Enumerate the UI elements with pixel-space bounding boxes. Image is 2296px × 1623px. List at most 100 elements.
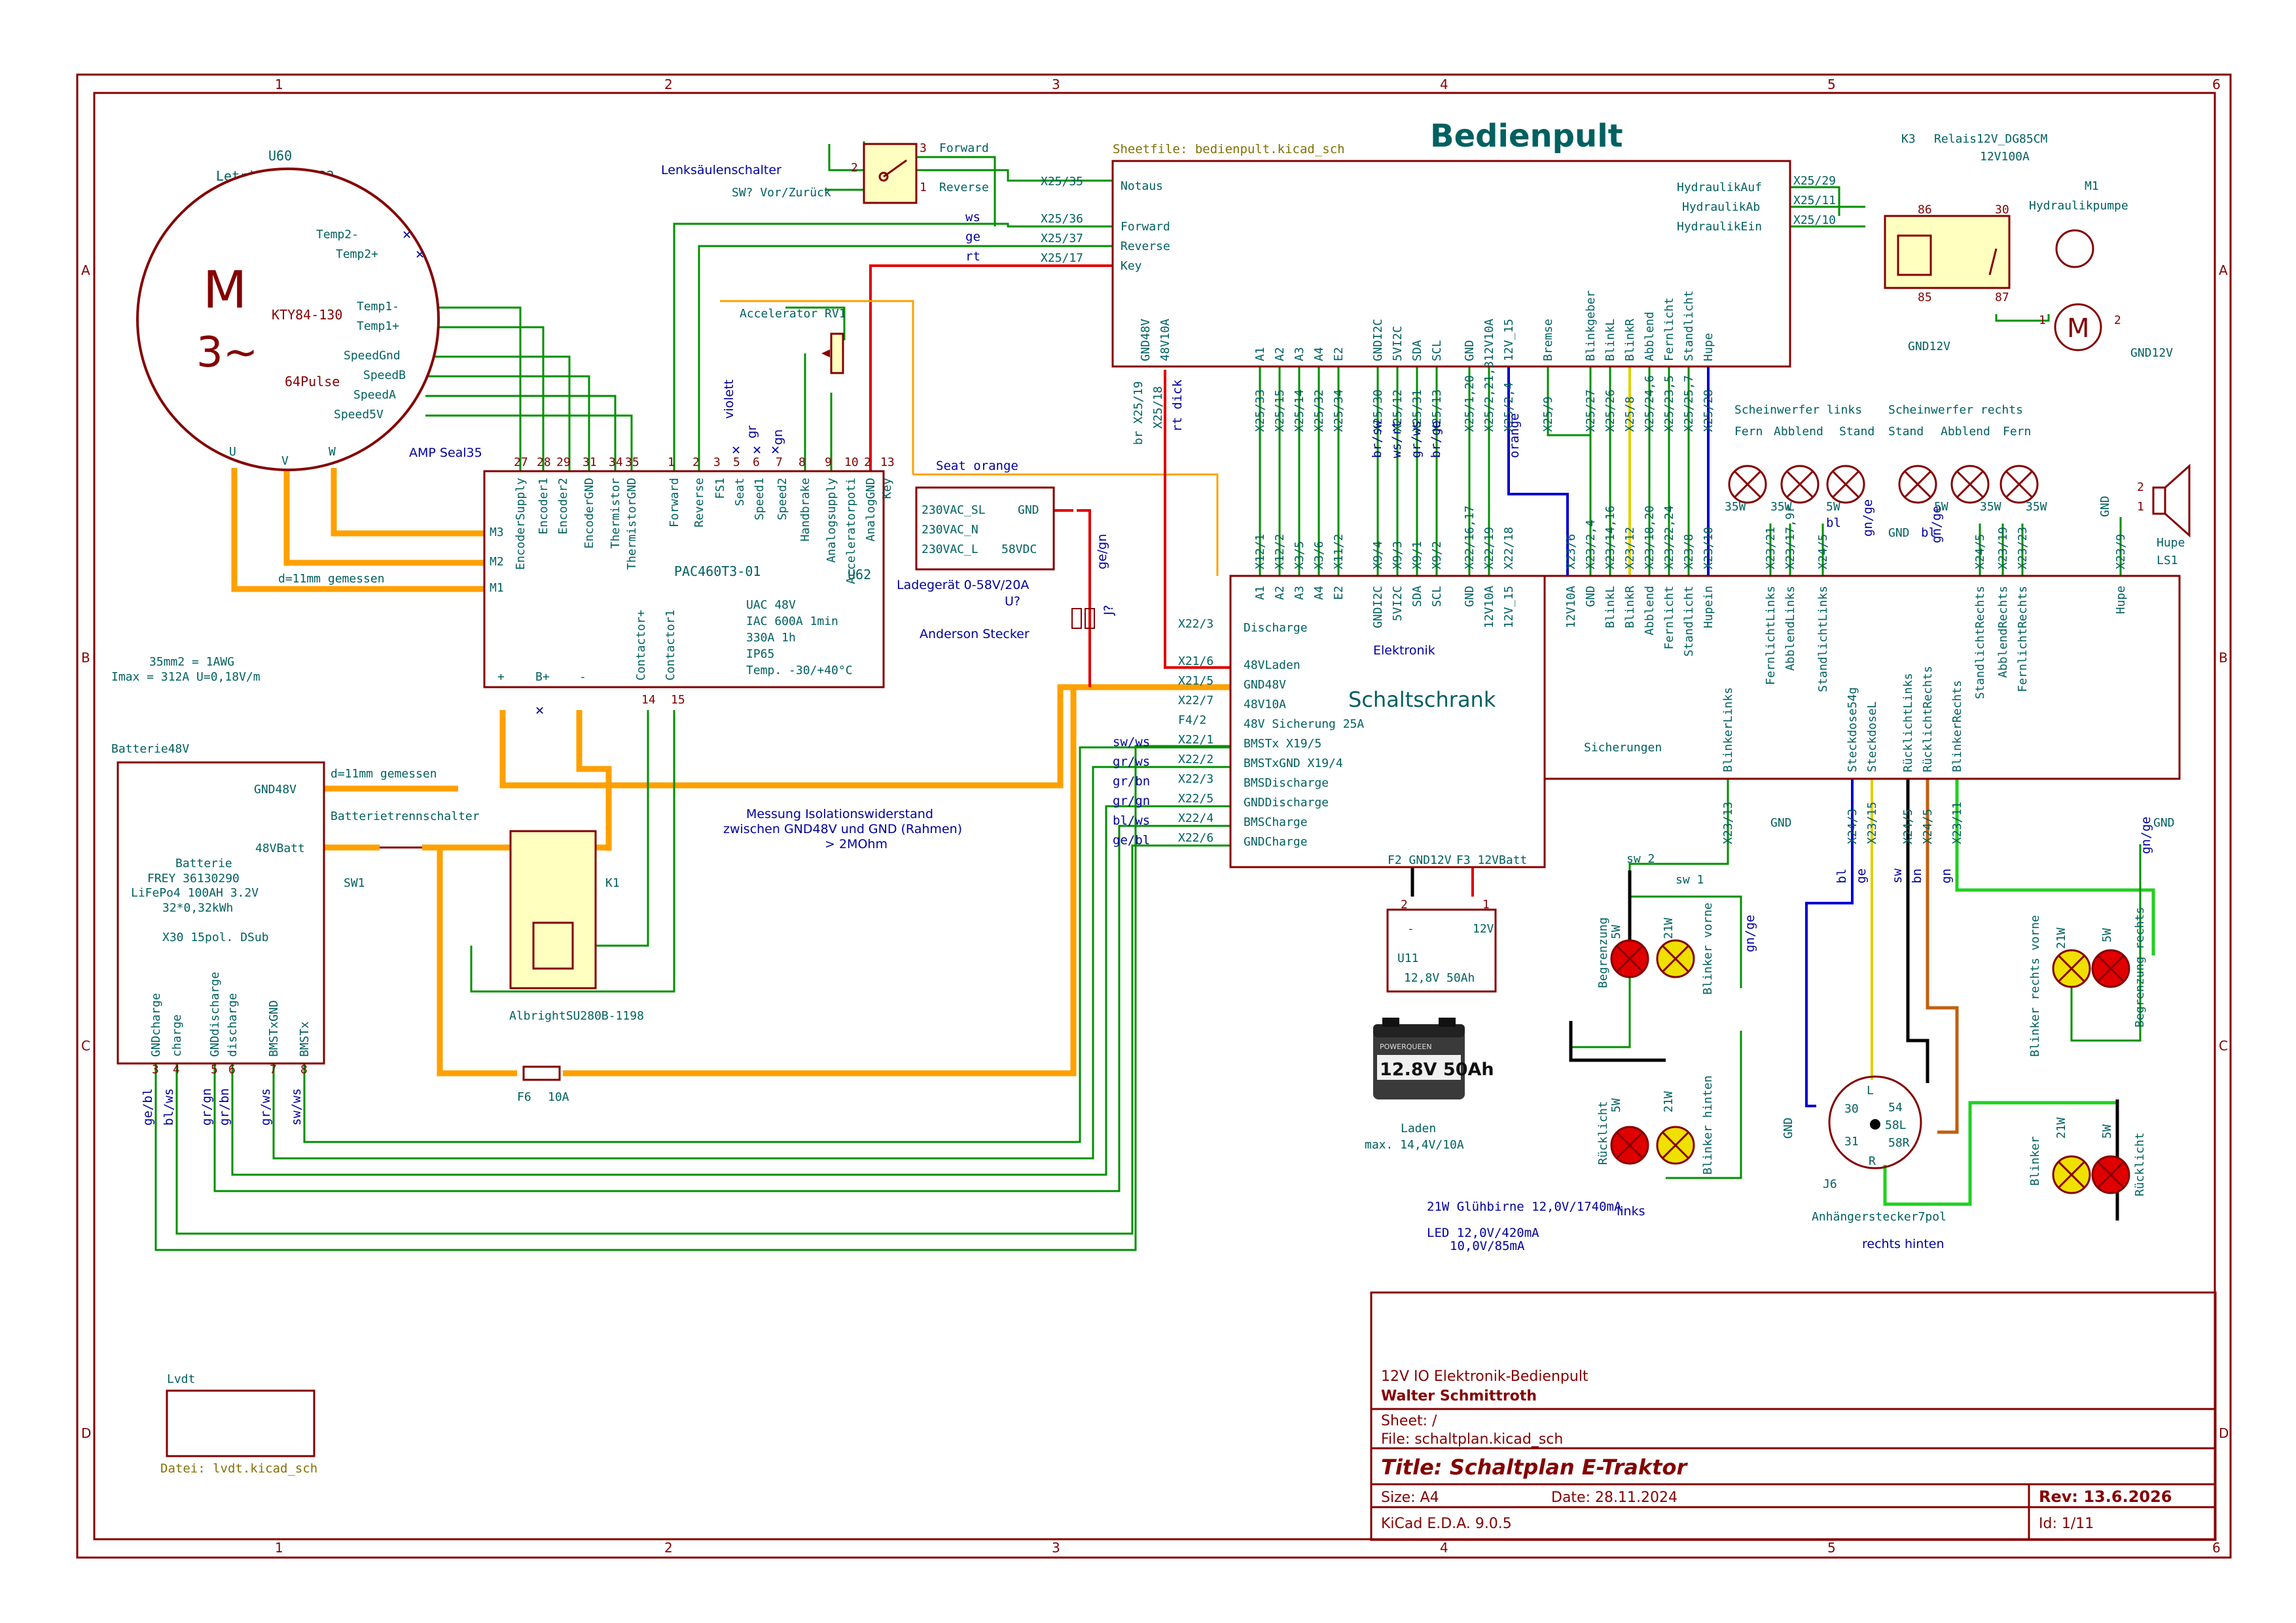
bedienpult-pin-notaus: Notaus <box>1121 179 1163 193</box>
controller-pinnum-7: 2 <box>692 455 700 469</box>
bedienpult-bottom-pin-9: SDA <box>1410 340 1424 361</box>
switch-sw1-label: Batterietrennschalter <box>331 810 480 823</box>
schaltschrank-top-pin-6: 5VI2C <box>1391 586 1405 621</box>
controller-pin-16: Key <box>880 478 894 499</box>
lvdt-sheet[interactable]: Lvdt Datei: lvdt.kicad_sch <box>160 1372 317 1476</box>
rear-r-5w: 5W <box>2100 928 2114 942</box>
bedienpult-bottom-net-15: X25/8 <box>1623 397 1637 432</box>
sicherungen-bottom-pin-0: BlinkerLinks <box>1721 687 1735 772</box>
schematic-sheet: 1 2 3 4 5 6 1 2 3 4 5 6 A B C D A B C D <box>76 73 2232 1559</box>
motor-u60[interactable]: U60 Letrika AMV7122 M 3~ KTY84-130 64Pul… <box>136 148 482 471</box>
bedienpult-net-note-1: ws/rt <box>1390 421 1404 458</box>
schaltschrank-left-pin-10: GNDCharge <box>1244 835 1308 849</box>
switch-title: Lenksäulenschalter <box>661 163 781 177</box>
relay-value: Relais12V_DG85CM <box>1934 132 2048 146</box>
bedienpult-sheet[interactable]: Bedienpult Sheetfile: bedienpult.kicad_s… <box>936 118 1836 473</box>
sicherungen-top-net-14: X23/9 <box>2114 534 2128 569</box>
contactor-k1[interactable]: Batterietrennschalter SW1 K1 AlbrightSU2… <box>331 807 962 1104</box>
motor-pin-temp2-minus: Temp2- <box>316 228 359 241</box>
battery-pin-3: discharge <box>226 993 240 1057</box>
rear-wire-gnge-2: gn/ge <box>2139 817 2153 854</box>
charger-label: Ladegerät 0-58V/20A <box>897 578 1029 592</box>
grid-col-5-bottom: 5 <box>1827 1540 1836 1556</box>
battery-model: FREY 36130290 <box>147 872 240 885</box>
controller-pinnum-15: 15 <box>671 693 685 707</box>
battery-48v[interactable]: Batterie48V GND48V 48VBatt Batterie FREY… <box>111 572 437 1126</box>
sicherungen-top-pin-9: AbblendLinks <box>1784 586 1797 671</box>
schaltschrank-left-pin-1: 48VLaden <box>1244 658 1300 672</box>
bedienpult-title: Bedienpult <box>1430 118 1623 154</box>
controller-u62[interactable]: EncoderSupply27Encoder128Encoder229Encod… <box>483 380 895 719</box>
controller-pin-0: EncoderSupply <box>514 478 528 570</box>
schaltschrank-top-net-10: X22/19 <box>1482 527 1496 569</box>
tb-date: Date: 28.11.2024 <box>1551 1489 1677 1506</box>
pump-pin-2: 2 <box>2114 313 2121 327</box>
sicherungen-top-pin-10: StandlichtLinks <box>1816 586 1830 692</box>
rear-r-21w-b: 21W <box>2054 1117 2068 1139</box>
controller-spec-uac: UAC 48V <box>746 598 796 612</box>
schaltschrank-wire-2: gr/bn <box>1113 774 1150 789</box>
lvdt-file: Datei: lvdt.kicad_sch <box>160 1461 317 1476</box>
bedienpult-bottom-net-1: X25/15 <box>1273 389 1287 432</box>
motor-pin-temp2-plus: Temp2+ <box>336 247 378 261</box>
bedienpult-net-hydein: X25/10 <box>1793 213 1836 227</box>
accelerator-rv1[interactable]: Accelerator RV1 <box>740 307 846 374</box>
switch-ref: SW? Vor/Zurück <box>732 186 831 200</box>
schaltschrank-top-pin-7: SDA <box>1410 586 1424 607</box>
controller-pinnum-15: 2 <box>864 455 871 469</box>
controller-pinnum-1: 28 <box>537 455 551 469</box>
bedienpult-pin-hydauf: HydraulikAuf <box>1677 181 1762 194</box>
rear-l-ruecklicht: Rücklicht <box>1596 1101 1610 1165</box>
sicherungen-sheet[interactable]: Sicherungen 12V10A X23/6 GND X23/2,4 BlinkL X… <box>1543 505 2181 883</box>
net-x25-36: X25/36 <box>1041 212 1083 226</box>
schaltschrank-f3: F3 12VBatt <box>1456 853 1527 867</box>
sicherungen-top-net-9: X23/17,9r <box>1784 505 1797 569</box>
controller-pin-5: ThermistorGND <box>625 478 639 570</box>
controller-pinnum-16: 13 <box>880 455 895 469</box>
bedienpult-bottom-pin-3: A2 <box>1273 347 1287 361</box>
motor-pin-temp1-minus: Temp1- <box>357 300 399 313</box>
bedienpult-bottom-pin-7: GNDI2C <box>1371 319 1385 361</box>
hydraulic-pump-m1[interactable]: M1 Hydraulikpumpe M 1 2 GND12V <box>2029 179 2173 360</box>
motor-pin-speeda: SpeedA <box>353 388 396 402</box>
controller-pin-13: Analogsupply <box>825 478 838 563</box>
horn-ls1[interactable]: 2 1 Hupe LS1 GND <box>2098 463 2191 567</box>
trailer-connector-j6[interactable]: L 54 58L 58R R 31 30 J6 Anhängerstecker7… <box>1812 1075 1946 1224</box>
trailer-pin-l: L <box>1867 1084 1874 1097</box>
bedienpult-bottom-pin-18: Abblend <box>1643 312 1657 361</box>
grid-row-a: A <box>81 262 90 278</box>
battery-12v-u11[interactable]: 2 1 - 12V U11 12,8V 50Ah POWERQUEEN 12.8… <box>1365 898 1497 1152</box>
headlights[interactable]: Scheinwerfer links Scheinwerfer rechts F… <box>1725 403 2047 543</box>
sicherungen-bottom-wire-2: sw <box>1890 868 1905 883</box>
tb-tool: KiCad E.D.A. 9.0.5 <box>1381 1516 1512 1532</box>
grid-row-b: B <box>81 650 90 666</box>
schaltschrank-title: Schaltschrank <box>1348 687 1496 712</box>
bedienpult-bottom-net-16: X25/24,6 <box>1643 375 1657 432</box>
grid-col-3-bottom: 3 <box>1052 1540 1060 1556</box>
bedienpult-bottom-pin-6: E2 <box>1332 347 1346 361</box>
motor-connector: AMP Seal35 <box>409 446 482 460</box>
battery12-img-text: 12.8V 50Ah <box>1380 1060 1494 1080</box>
horn-value: Hupe <box>2157 536 2185 550</box>
schaltschrank-top-net-2: X3/5 <box>1293 541 1306 569</box>
sicherungen-top-pin-3: BlinkR <box>1623 586 1637 628</box>
rear-lights[interactable]: sw 2 sw 1 Begrenzung 5W 21W Blinker vorn… <box>1427 816 2175 1253</box>
bedienpult-bottom-pin-13: 12V_15 <box>1502 319 1516 361</box>
sicherungen-top-pin-12: AbblendRechts <box>1996 586 2010 678</box>
sicherungen-bottom-wire-3: bn <box>1910 868 1924 883</box>
tb-title: Title: Schaltplan E-Traktor <box>1381 1455 1688 1480</box>
sicherungen-top-net-1: X23/2,4 <box>1584 520 1598 569</box>
sicherungen-top-pin-5: Fernlicht <box>1662 586 1676 650</box>
controller-pin-12: Handbrake <box>798 478 812 542</box>
pump-icon <box>2055 229 2094 268</box>
tb-file: File: schaltplan.kicad_sch <box>1381 1431 1563 1448</box>
pump-value: Hydraulikpumpe <box>2029 199 2128 213</box>
accelerator-title: Accelerator RV1 <box>740 307 846 321</box>
battery-energy: 32*0,32kWh <box>162 901 233 915</box>
charger-row-sl: 230VAC_SL <box>922 503 986 517</box>
label-d11-1: d=11mm gemessen <box>278 572 385 586</box>
trailer-pin-r: R <box>1869 1154 1876 1168</box>
relay-gnd: GND12V <box>1908 340 1950 353</box>
headlight-watt-6: 35W <box>2026 500 2047 514</box>
battery-gnd48v: GND48V <box>254 783 296 796</box>
